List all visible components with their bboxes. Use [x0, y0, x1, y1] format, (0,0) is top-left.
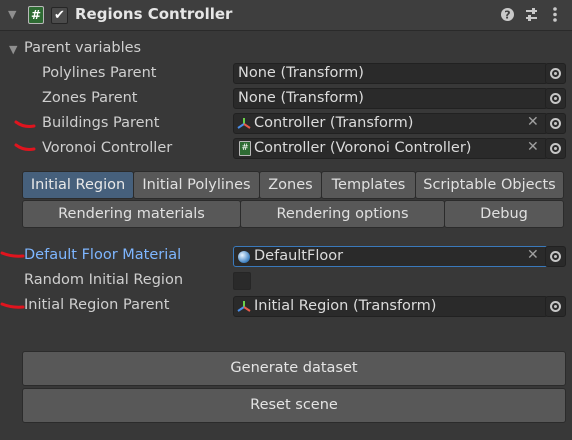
- object-picker-icon[interactable]: [545, 63, 566, 84]
- object-picker-icon[interactable]: [545, 296, 566, 317]
- transform-icon: [237, 301, 251, 312]
- clear-icon[interactable]: ✕: [527, 139, 539, 155]
- field-value: Initial Region (Transform): [254, 298, 437, 314]
- svg-text:?: ?: [504, 9, 510, 22]
- tab-initial-polylines[interactable]: Initial Polylines: [133, 171, 260, 199]
- check-icon: ✔: [54, 8, 65, 23]
- tab-debug[interactable]: Debug: [444, 200, 564, 228]
- material-icon: [238, 251, 250, 263]
- red-annotation-mark: [14, 120, 36, 128]
- generate-dataset-button[interactable]: Generate dataset: [22, 351, 566, 386]
- red-annotation-mark: [0, 302, 25, 309]
- red-annotation-mark: [14, 143, 36, 151]
- buildings-parent-label: Buildings Parent: [42, 115, 160, 131]
- zones-parent-label: Zones Parent: [42, 90, 138, 106]
- more-options-icon[interactable]: [550, 6, 560, 23]
- script-icon: #: [28, 6, 44, 24]
- random-initial-region-checkbox[interactable]: [233, 272, 251, 290]
- clear-icon[interactable]: ✕: [527, 247, 539, 263]
- tab-scriptable-objects[interactable]: Scriptable Objects: [415, 171, 564, 199]
- object-picker-icon[interactable]: [545, 88, 566, 109]
- default-floor-material-label: Default Floor Material: [24, 247, 182, 263]
- initial-region-parent-label: Initial Region Parent: [24, 297, 170, 313]
- red-annotation-mark: [0, 251, 25, 258]
- transform-icon: [237, 118, 251, 129]
- buildings-parent-field[interactable]: Controller (Transform): [233, 113, 548, 134]
- script-icon: #: [239, 141, 251, 156]
- object-picker-icon[interactable]: [545, 113, 566, 134]
- clear-icon[interactable]: ✕: [527, 114, 539, 130]
- object-picker-icon[interactable]: [545, 138, 566, 159]
- help-icon[interactable]: ?: [500, 7, 515, 22]
- field-value: Controller (Transform): [254, 115, 414, 131]
- section-title-parent-variables[interactable]: Parent variables: [24, 40, 141, 56]
- tab-rendering-materials[interactable]: Rendering materials: [22, 200, 241, 228]
- reset-scene-button[interactable]: Reset scene: [22, 388, 566, 423]
- tab-initial-region[interactable]: Initial Region: [22, 171, 134, 199]
- tab-rendering-options[interactable]: Rendering options: [240, 200, 445, 228]
- polylines-parent-field[interactable]: None (Transform): [233, 63, 548, 84]
- object-picker-icon[interactable]: [545, 246, 566, 267]
- random-initial-region-label: Random Initial Region: [24, 272, 184, 288]
- zones-parent-field[interactable]: None (Transform): [233, 88, 548, 109]
- section-foldout-icon[interactable]: ▼: [9, 43, 17, 56]
- tab-templates[interactable]: Templates: [321, 171, 416, 199]
- field-value: DefaultFloor: [254, 248, 344, 264]
- foldout-arrow-icon[interactable]: ▼: [8, 8, 16, 21]
- component-enabled-checkbox[interactable]: ✔: [51, 7, 68, 24]
- tab-zones[interactable]: Zones: [259, 171, 322, 199]
- default-floor-material-field[interactable]: DefaultFloor: [233, 246, 548, 267]
- voronoi-controller-label: Voronoi Controller: [42, 140, 173, 156]
- initial-region-parent-field[interactable]: Initial Region (Transform): [233, 296, 548, 317]
- component-title: Regions Controller: [75, 5, 233, 23]
- preset-icon[interactable]: [524, 7, 539, 22]
- field-value: Controller (Voronoi Controller): [254, 140, 472, 156]
- voronoi-controller-field[interactable]: Controller (Voronoi Controller): [233, 138, 548, 159]
- polylines-parent-label: Polylines Parent: [42, 65, 157, 81]
